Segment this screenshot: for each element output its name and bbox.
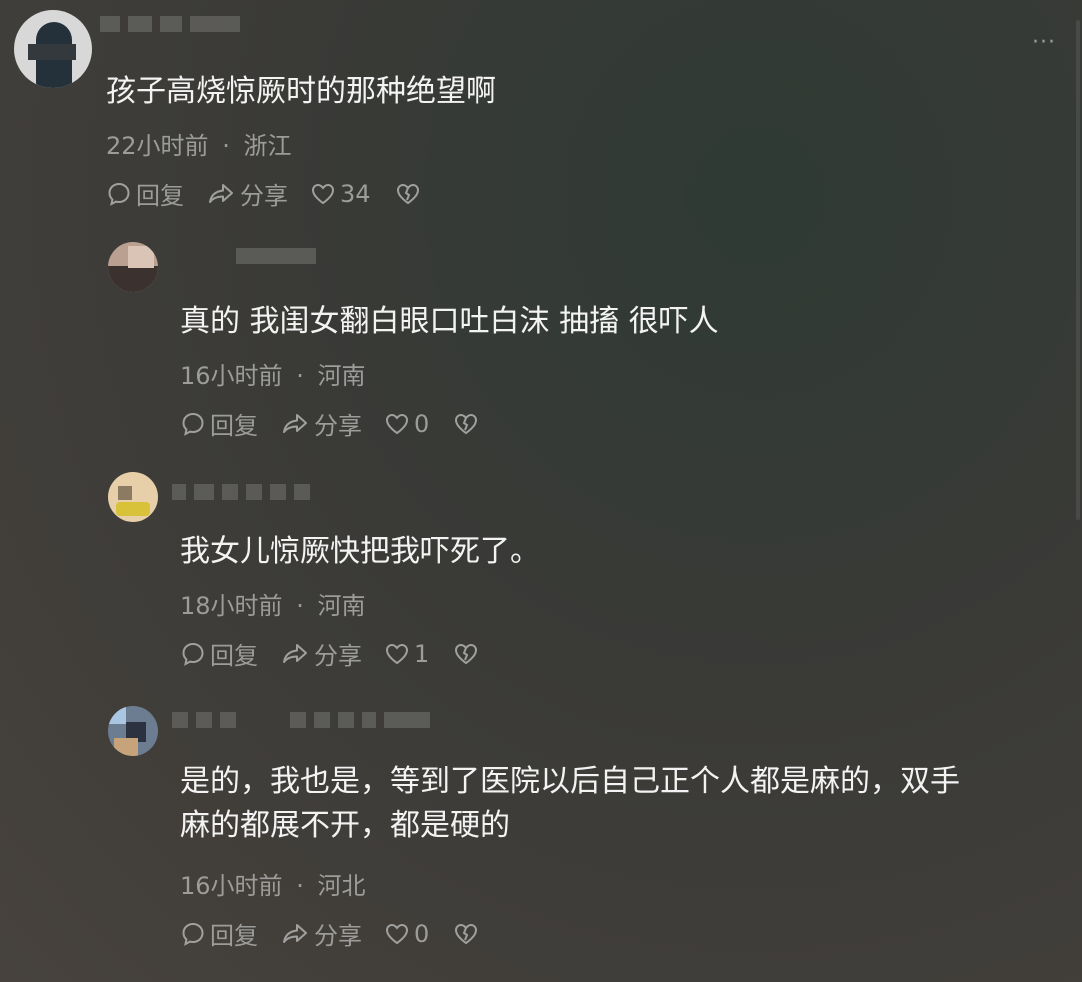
username-blurred[interactable] bbox=[172, 484, 310, 500]
scrollbar[interactable] bbox=[1076, 20, 1080, 520]
share-button[interactable]: 分享 bbox=[206, 176, 288, 211]
share-label: 分享 bbox=[314, 642, 362, 670]
avatar[interactable] bbox=[108, 472, 158, 522]
comment-text-line: 麻的都展不开，都是硬的 bbox=[180, 808, 510, 843]
comment-text-line: 是的，我也是，等到了医院以后自己正个人都是麻的，双手 bbox=[180, 764, 960, 799]
comment-time: 22小时前 bbox=[106, 132, 209, 160]
comment-meta: 16小时前 · 河北 bbox=[180, 866, 365, 901]
share-label: 分享 bbox=[240, 182, 288, 210]
avatar[interactable] bbox=[108, 242, 158, 292]
reply-button[interactable]: 回复 bbox=[180, 916, 258, 951]
comment-meta: 16小时前 · 河南 bbox=[180, 356, 365, 391]
reply-label: 回复 bbox=[210, 922, 258, 950]
username-blurred[interactable] bbox=[236, 248, 316, 264]
like-count: 1 bbox=[414, 639, 430, 668]
comment-bubble-icon bbox=[108, 182, 130, 206]
comment-meta: 18小时前 · 河南 bbox=[180, 586, 365, 621]
heart-icon bbox=[311, 183, 335, 204]
comment-location: 河北 bbox=[317, 872, 366, 900]
heart-icon bbox=[385, 413, 409, 434]
share-button[interactable]: 分享 bbox=[280, 636, 362, 671]
reply-button[interactable]: 回复 bbox=[180, 636, 258, 671]
reply-label: 回复 bbox=[210, 642, 258, 670]
comment-text: 真的 我闺女翻白眼口吐白沫 抽搐 很吓人 bbox=[180, 304, 719, 339]
comment-location: 河南 bbox=[317, 362, 366, 390]
username-blurred[interactable] bbox=[100, 16, 240, 32]
comment-location: 河南 bbox=[317, 592, 366, 620]
heart-icon bbox=[385, 923, 409, 944]
share-label: 分享 bbox=[314, 922, 362, 950]
avatar[interactable] bbox=[108, 706, 158, 756]
dislike-button[interactable] bbox=[453, 921, 483, 947]
reply-button[interactable]: 回复 bbox=[106, 176, 184, 211]
like-button[interactable]: 1 bbox=[384, 640, 429, 668]
share-button[interactable]: 分享 bbox=[280, 406, 362, 441]
comment-bubble-icon bbox=[182, 642, 204, 666]
meta-separator: · bbox=[296, 592, 304, 620]
comment-time: 16小时前 bbox=[180, 362, 283, 390]
dislike-button[interactable] bbox=[453, 411, 483, 437]
comment-actions: 回复 分享 0 bbox=[180, 916, 505, 951]
username-blurred[interactable] bbox=[172, 712, 430, 728]
comment-bubble-icon bbox=[182, 922, 204, 946]
comment-bubble-icon bbox=[182, 412, 204, 436]
meta-separator: · bbox=[296, 872, 304, 900]
meta-separator: · bbox=[222, 132, 230, 160]
heart-icon bbox=[385, 643, 409, 664]
comment-actions: 回复 分享 34 bbox=[106, 176, 447, 211]
comment-text: 孩子高烧惊厥时的那种绝望啊 bbox=[106, 74, 496, 109]
broken-heart-icon bbox=[455, 923, 478, 944]
comment-actions: 回复 分享 1 bbox=[180, 636, 505, 671]
broken-heart-icon bbox=[396, 183, 419, 204]
dislike-button[interactable] bbox=[395, 181, 425, 207]
broken-heart-icon bbox=[455, 413, 478, 434]
share-label: 分享 bbox=[314, 412, 362, 440]
comment-time: 16小时前 bbox=[180, 872, 283, 900]
comment-time: 18小时前 bbox=[180, 592, 283, 620]
broken-heart-icon bbox=[455, 643, 478, 664]
avatar[interactable] bbox=[14, 10, 92, 88]
share-arrow-icon bbox=[283, 643, 307, 663]
share-arrow-icon bbox=[209, 183, 233, 203]
more-options-icon[interactable]: ··· bbox=[1032, 30, 1056, 55]
like-button[interactable]: 0 bbox=[384, 410, 429, 438]
share-arrow-icon bbox=[283, 413, 307, 433]
reply-button[interactable]: 回复 bbox=[180, 406, 258, 441]
like-count: 0 bbox=[414, 919, 430, 948]
comment-actions: 回复 分享 0 bbox=[180, 406, 505, 441]
dislike-button[interactable] bbox=[453, 641, 483, 667]
comment-text: 是的，我也是，等到了医院以后自己正个人都是麻的，双手 麻的都展不开，都是硬的 bbox=[180, 760, 960, 848]
like-button[interactable]: 0 bbox=[384, 920, 429, 948]
share-button[interactable]: 分享 bbox=[280, 916, 362, 951]
reply-label: 回复 bbox=[136, 182, 184, 210]
meta-separator: · bbox=[296, 362, 304, 390]
reply-label: 回复 bbox=[210, 412, 258, 440]
like-count: 0 bbox=[414, 409, 430, 438]
comment-text: 我女儿惊厥快把我吓死了。 bbox=[180, 534, 540, 569]
like-button[interactable]: 34 bbox=[310, 180, 371, 208]
comment-location: 浙江 bbox=[243, 132, 292, 160]
like-count: 34 bbox=[340, 179, 371, 208]
comment-meta: 22小时前 · 浙江 bbox=[106, 126, 291, 161]
share-arrow-icon bbox=[283, 923, 307, 943]
